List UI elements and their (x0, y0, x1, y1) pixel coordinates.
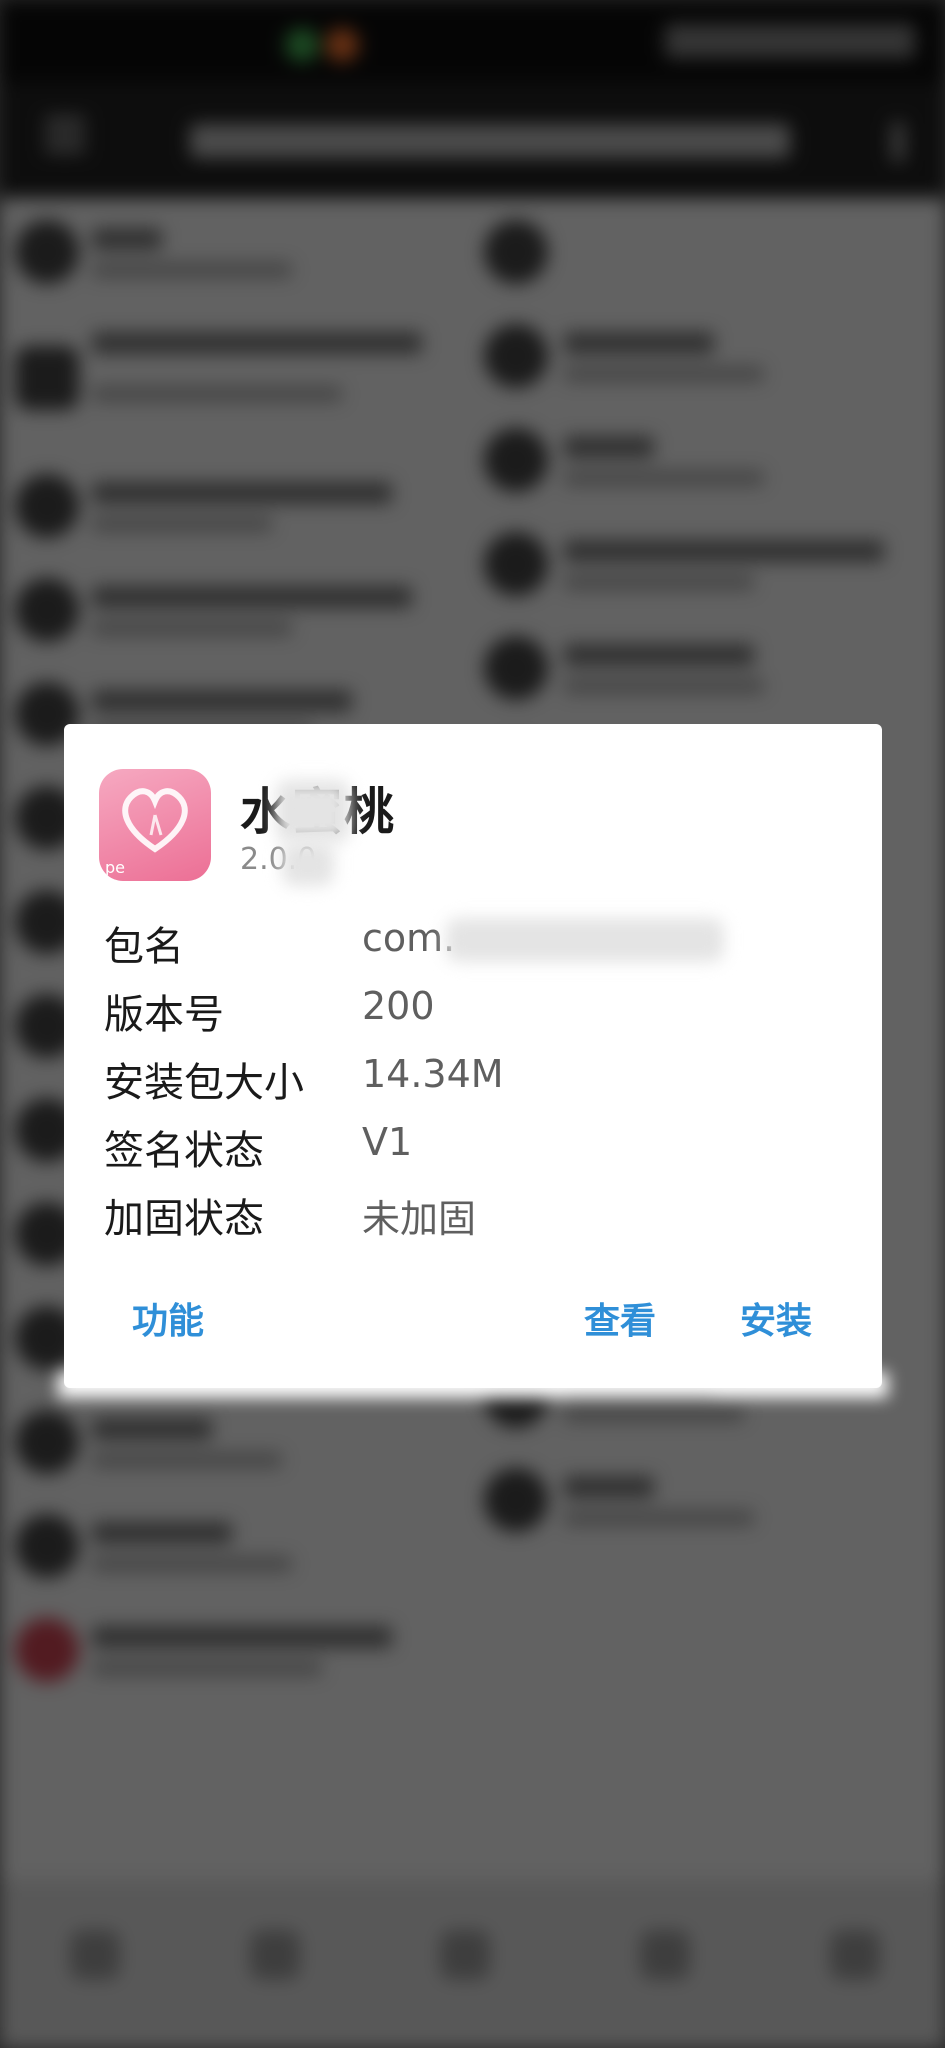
info-row-version-code: 版本号 200 (104, 982, 844, 1050)
app-icon: pe (99, 769, 211, 881)
info-value: 200 (362, 984, 435, 1028)
info-row-package: 包名 com. (104, 914, 844, 982)
info-row-signature: 签名状态 V1 (104, 1118, 844, 1186)
heart-icon (122, 788, 188, 853)
view-button[interactable]: 查看 (574, 1286, 666, 1350)
dialog-bottom-edge (58, 1372, 888, 1398)
info-label: 安装包大小 (104, 1060, 304, 1106)
info-row-size: 安装包大小 14.34M (104, 1050, 844, 1118)
info-row-hardening: 加固状态 未加固 (104, 1186, 844, 1254)
info-value: 未加固 (362, 1197, 477, 1241)
icon-tag-text: pe (105, 858, 125, 877)
info-label: 版本号 (104, 992, 224, 1038)
redaction-blur (446, 918, 724, 962)
apk-info-table: 包名 com. 版本号 200 安装包大小 14.34M 签名状态 V1 加固状… (104, 914, 844, 1254)
info-label: 加固状态 (104, 1196, 264, 1242)
install-button[interactable]: 安装 (730, 1286, 822, 1350)
redaction-blur (282, 842, 334, 886)
info-value: com. (362, 916, 456, 960)
info-value: 14.34M (362, 1052, 504, 1096)
apk-info-dialog: pe 水蜜桃 2.0.0 包名 com. 版本号 200 安装包大小 14.34… (58, 724, 888, 1398)
redaction-blur (276, 780, 350, 842)
info-label: 包名 (104, 924, 184, 970)
info-value: V1 (362, 1120, 413, 1164)
functions-button[interactable]: 功能 (122, 1286, 214, 1350)
info-label: 签名状态 (104, 1128, 264, 1174)
